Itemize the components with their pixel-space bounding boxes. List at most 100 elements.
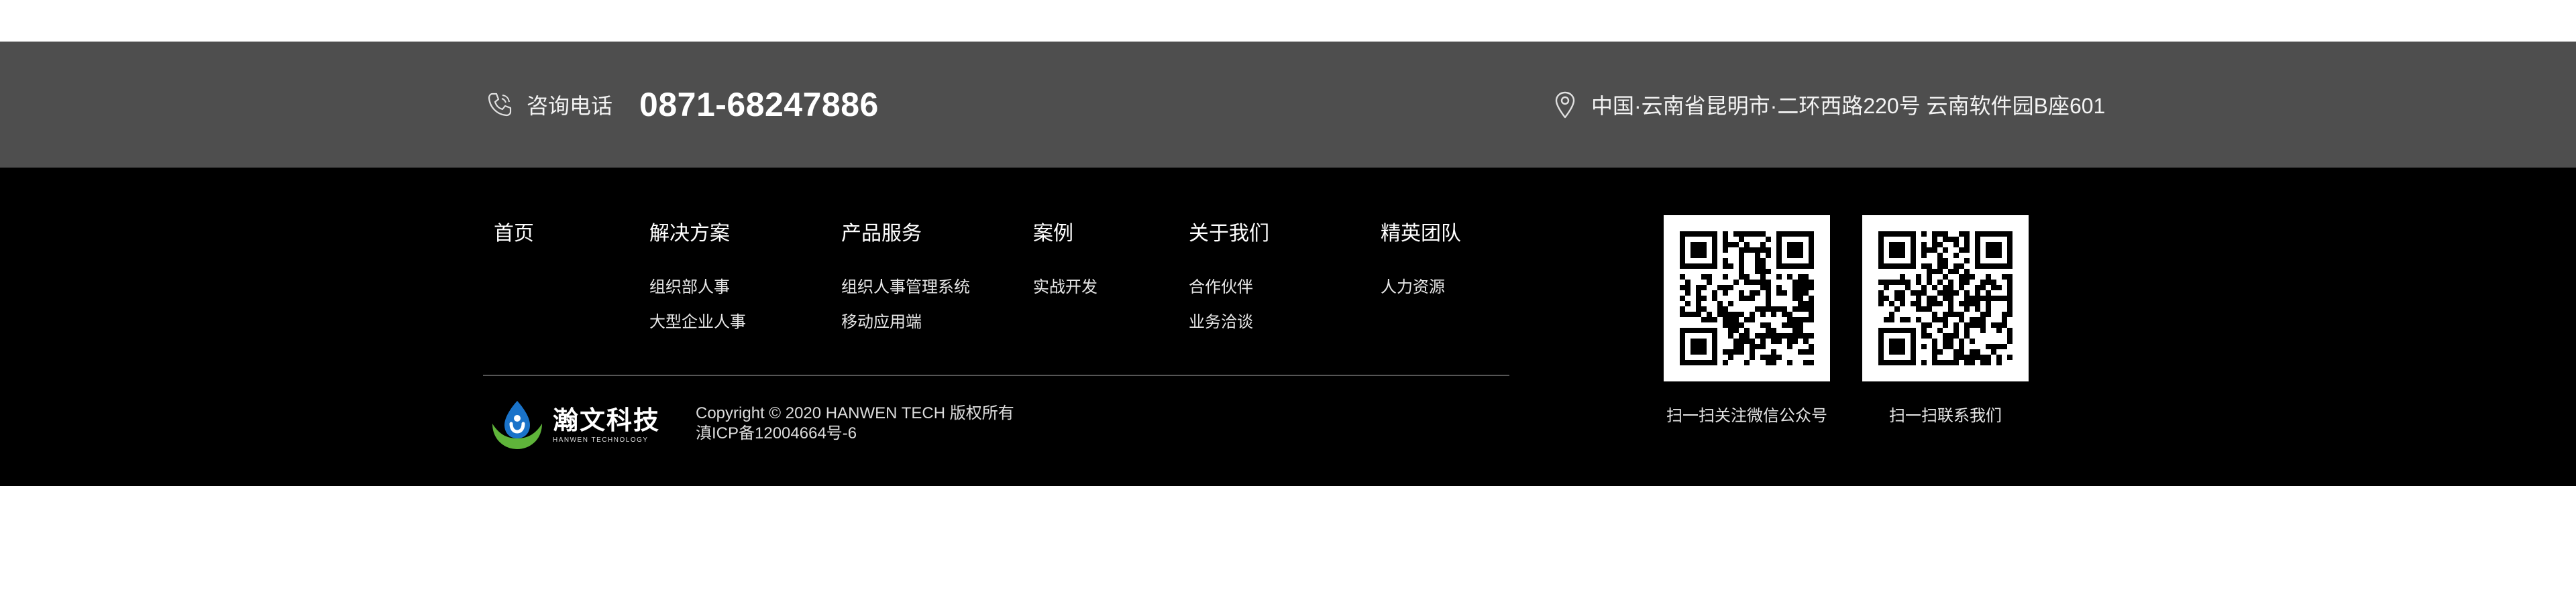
qr-module xyxy=(1953,349,1959,355)
qr-module xyxy=(1701,344,1707,349)
qr-module xyxy=(1728,242,1733,247)
qr-module xyxy=(1782,312,1787,317)
qr-module xyxy=(1792,306,1798,312)
footer-nav-link[interactable]: 首页 xyxy=(494,220,534,248)
address-contact: 中国·云南省昆明市·二环西路220号 云南软件园B座601 xyxy=(1554,42,2105,168)
qr-module xyxy=(1766,301,1771,306)
qr-module xyxy=(1728,285,1733,290)
footer-sub-link[interactable]: 大型企业人事 xyxy=(649,305,746,340)
qr-module xyxy=(1776,231,1782,237)
qr-module xyxy=(1739,253,1744,258)
qr-module xyxy=(1782,322,1787,328)
footer-nav-link[interactable]: 解决方案 xyxy=(649,220,746,248)
qr-module xyxy=(1986,296,1991,301)
qr-module xyxy=(1932,312,1937,317)
qr-module xyxy=(1760,247,1766,253)
phone-number[interactable]: 0871-68247886 xyxy=(639,85,879,124)
qr-module xyxy=(1739,339,1744,344)
footer-nav-link[interactable]: 产品服务 xyxy=(841,220,970,248)
qr-module xyxy=(1937,301,1943,306)
footer-sub-link[interactable]: 人力资源 xyxy=(1381,270,1461,305)
qr-module xyxy=(1943,312,1948,317)
qr-module xyxy=(1948,280,1953,285)
qr-module xyxy=(1707,274,1712,280)
qr-module xyxy=(1900,280,1905,285)
qr-module xyxy=(1809,360,1814,365)
qr-module xyxy=(1680,258,1685,263)
qr-module xyxy=(1921,344,1927,349)
qr-module xyxy=(1878,301,1884,306)
qr-module xyxy=(1696,339,1701,344)
qr-module xyxy=(1894,306,1900,312)
qr-module xyxy=(1889,312,1894,317)
qr-module xyxy=(1755,306,1760,312)
qr-module xyxy=(1943,339,1948,344)
qr-module xyxy=(1744,242,1750,247)
qr-module xyxy=(1927,269,1932,274)
qr-module xyxy=(1766,296,1771,301)
qr-module xyxy=(1878,349,1884,355)
footer-nav-link[interactable]: 案例 xyxy=(1033,220,1097,248)
footer-sub-link[interactable]: 业务洽谈 xyxy=(1189,305,1269,340)
qr-module xyxy=(1991,247,1996,253)
footer-sub-link[interactable]: 实战开发 xyxy=(1033,270,1097,305)
qr-module xyxy=(1776,290,1782,296)
qr-module xyxy=(1728,317,1733,322)
qr-module xyxy=(1921,247,1927,253)
footer-nav-cases: 案例 实战开发 xyxy=(1033,220,1097,305)
qr-module xyxy=(1787,317,1792,322)
qr-module xyxy=(1792,296,1798,301)
footer-sub-link[interactable]: 移动应用端 xyxy=(841,305,970,340)
qr-module xyxy=(1760,344,1766,349)
qr-module xyxy=(1975,231,1980,237)
qr-module xyxy=(1717,301,1723,306)
qr-module xyxy=(1953,328,1959,333)
qr-module xyxy=(1916,296,1921,301)
qr-module xyxy=(1712,360,1717,365)
qr-module xyxy=(1921,360,1927,365)
qr-module xyxy=(1991,242,1996,247)
qr-module xyxy=(1980,280,1986,285)
qr-module xyxy=(1943,285,1948,290)
footer-sub-link[interactable]: 组织人事管理系统 xyxy=(841,270,970,305)
qr-module xyxy=(1782,290,1787,296)
icp-license[interactable]: 滇ICP备12004664号-6 xyxy=(696,424,1014,444)
qr-module xyxy=(1771,312,1776,317)
qr-module xyxy=(1755,247,1760,253)
qr-module xyxy=(1723,349,1728,355)
qr-module xyxy=(1894,339,1900,344)
qr-module xyxy=(1986,312,1991,317)
footer-sub-link[interactable]: 组织部人事 xyxy=(649,270,746,305)
qr-module xyxy=(1900,253,1905,258)
qr-module xyxy=(1975,349,1980,355)
qr-module xyxy=(1809,349,1814,355)
qr-module xyxy=(1701,274,1707,280)
qr-module xyxy=(1809,263,1814,269)
qr-module xyxy=(1776,333,1782,339)
footer-nav-link[interactable]: 精英团队 xyxy=(1381,220,1461,248)
qr-module xyxy=(1755,280,1760,285)
qr-module xyxy=(1916,290,1921,296)
qr-module xyxy=(1776,258,1782,263)
qr-module xyxy=(1980,285,1986,290)
qr-module xyxy=(1943,247,1948,253)
qr-module xyxy=(1739,349,1744,355)
qr-module xyxy=(1878,237,1884,242)
qr-module xyxy=(1723,317,1728,322)
qr-module xyxy=(1911,301,1916,306)
footer-sub-link[interactable]: 合作伙伴 xyxy=(1189,270,1269,305)
qr-module xyxy=(1739,333,1744,339)
qr-module xyxy=(1733,231,1739,237)
qr-module xyxy=(1911,360,1916,365)
qr-module xyxy=(1760,242,1766,247)
qr-module xyxy=(1690,328,1696,333)
qr-module xyxy=(1975,237,1980,242)
footer-nav-link[interactable]: 关于我们 xyxy=(1189,220,1269,248)
qr-module xyxy=(1803,306,1809,312)
qr-module xyxy=(1959,355,1964,360)
brand-logo[interactable]: 瀚文科技 HANWEN TECHNOLOGY xyxy=(488,398,660,453)
qr-module xyxy=(1766,253,1771,258)
qr-module xyxy=(1755,333,1760,339)
qr-module xyxy=(1723,242,1728,247)
qr-module xyxy=(2007,258,2012,263)
